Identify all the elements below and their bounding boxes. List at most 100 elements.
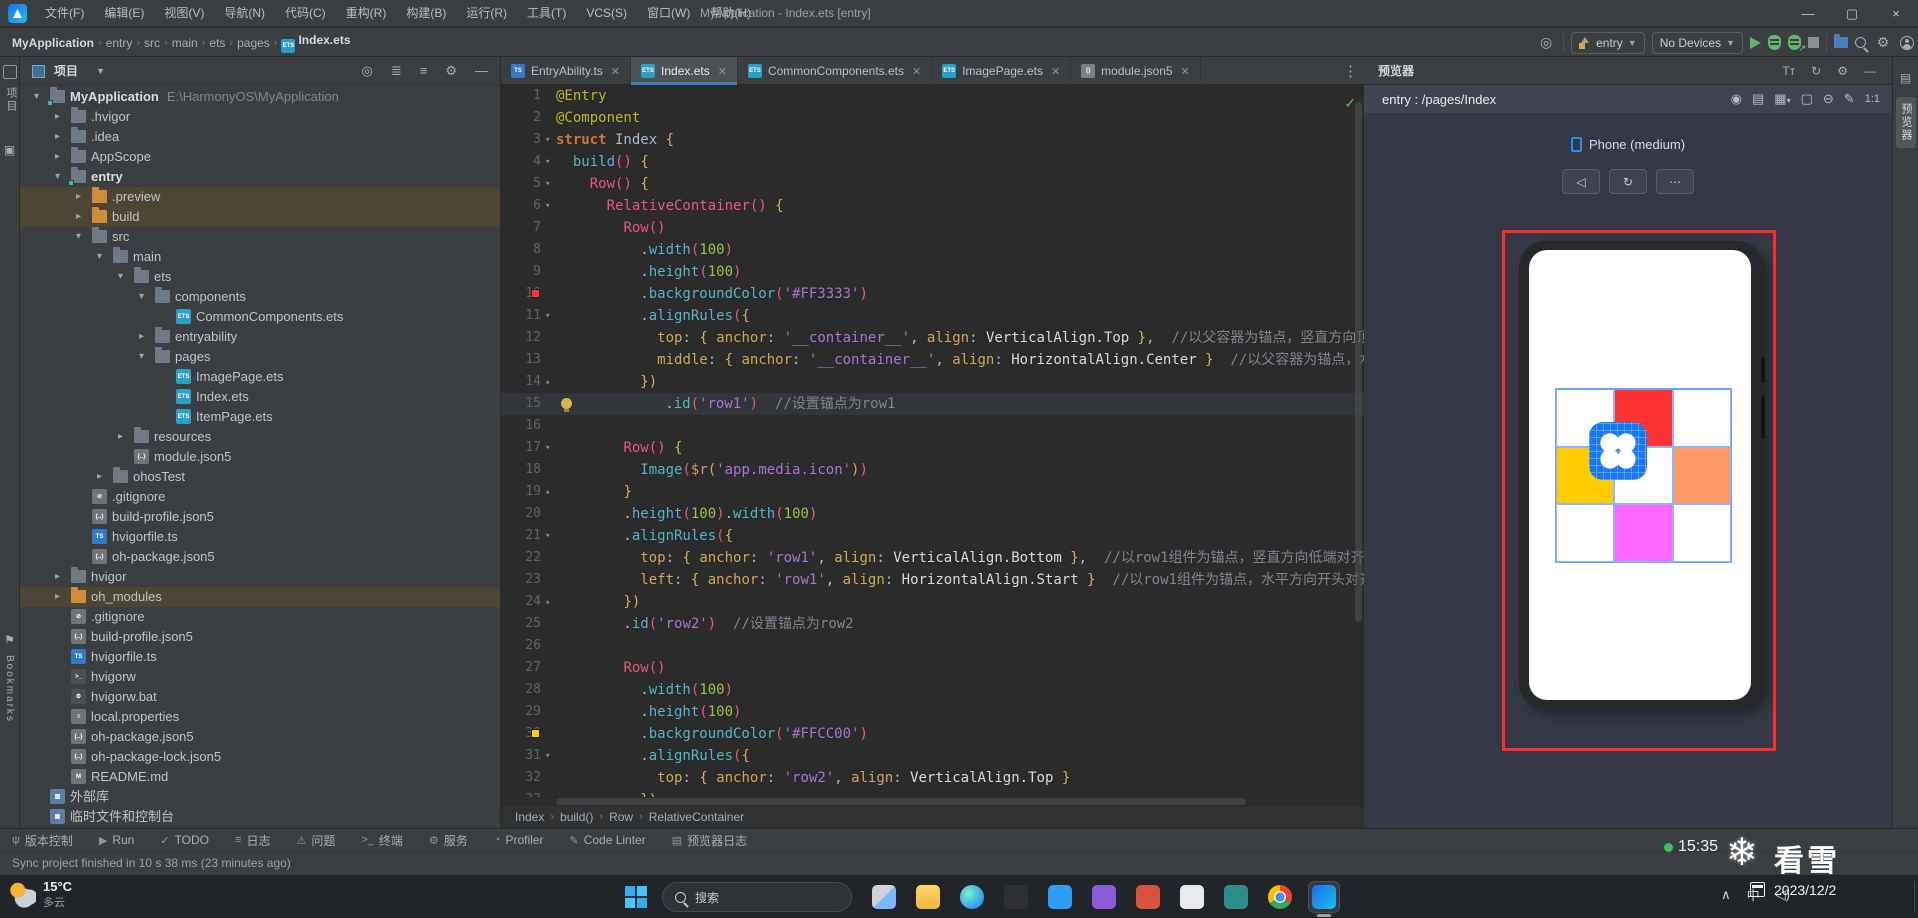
- expand-all-icon[interactable]: ≣: [391, 63, 402, 79]
- hide-panel-icon[interactable]: —: [475, 63, 488, 78]
- refresh-icon[interactable]: ↻: [1811, 64, 1821, 78]
- tree-item-临时文件和控制台[interactable]: ▣ 临时文件和控制台: [20, 807, 500, 827]
- menu-item[interactable]: 窗口(W): [638, 0, 699, 27]
- editor-tab[interactable]: TS EntryAbility.ts ✕: [501, 57, 632, 85]
- attach-debugger-button[interactable]: ↗: [1788, 35, 1806, 53]
- tree-chevron-icon[interactable]: ▸: [76, 207, 81, 227]
- menu-item[interactable]: 重构(R): [337, 0, 396, 27]
- hide-previewer-icon[interactable]: —: [1864, 64, 1876, 78]
- inspect-eye-icon[interactable]: ◉: [1731, 91, 1742, 107]
- grid-view-icon[interactable]: ▦▾: [1774, 91, 1790, 107]
- tree-item-module.json5[interactable]: {..} module.json5: [20, 447, 500, 467]
- tree-chevron-icon[interactable]: ▸: [55, 107, 60, 127]
- tree-item-CommonComponents.ets[interactable]: ETS CommonComponents.ets: [20, 307, 500, 327]
- taskbar-app-light-app[interactable]: [1176, 881, 1208, 913]
- tree-item-build-profile.json5[interactable]: {..} build-profile.json5: [20, 627, 500, 647]
- editor-vertical-scrollbar[interactable]: [1355, 102, 1362, 622]
- sidebar-tab-bookmarks[interactable]: Bookmarks: [4, 655, 15, 723]
- tool-window-button-日志[interactable]: ≡ 日志: [235, 832, 270, 849]
- close-tab-icon[interactable]: ✕: [1051, 65, 1060, 78]
- phone-screen[interactable]: [1529, 250, 1751, 700]
- fold-icon[interactable]: ▾: [545, 195, 550, 217]
- tree-chevron-icon[interactable]: ▾: [139, 287, 144, 307]
- close-tab-icon[interactable]: ✕: [611, 65, 620, 78]
- tree-chevron-icon[interactable]: ▾: [118, 267, 123, 287]
- taskbar-search-input[interactable]: 搜索: [662, 882, 852, 912]
- locate-file-icon[interactable]: ◎: [362, 63, 373, 79]
- tree-item-oh-package.json5[interactable]: {..} oh-package.json5: [20, 547, 500, 567]
- tree-chevron-icon[interactable]: ▾: [76, 227, 81, 247]
- taskbar-app-deveco-studio[interactable]: [1308, 881, 1340, 917]
- close-tab-icon[interactable]: ✕: [912, 65, 921, 78]
- menu-item[interactable]: 文件(F): [36, 0, 93, 27]
- tree-chevron-icon[interactable]: ▸: [55, 587, 60, 607]
- weather-widget[interactable]: 15°C 多云: [8, 879, 72, 910]
- menu-item[interactable]: 导航(N): [215, 0, 274, 27]
- tool-window-button-Profiler[interactable]: ◔ Profiler: [494, 833, 544, 847]
- taskbar-app-chrome[interactable]: [1264, 881, 1296, 913]
- device-label[interactable]: Phone (medium): [1589, 137, 1685, 152]
- menu-item[interactable]: 构建(B): [397, 0, 455, 27]
- close-button[interactable]: ×: [1874, 0, 1918, 27]
- tree-item-外部库[interactable]: ▥ 外部库: [20, 787, 500, 807]
- fold-icon[interactable]: ▾: [545, 305, 550, 327]
- tool-window-button-Run[interactable]: ▶ Run: [99, 833, 134, 847]
- intention-bulb-icon[interactable]: [561, 398, 572, 412]
- tree-item-.hvigor[interactable]: ▸ .hvigor: [20, 107, 500, 127]
- color-swatch[interactable]: [531, 729, 540, 738]
- previewer-settings-icon[interactable]: ⚙: [1837, 64, 1848, 78]
- taskbar-app-red-app[interactable]: [1132, 881, 1164, 913]
- tree-item-ets[interactable]: ▾ ets: [20, 267, 500, 287]
- folder-stripe-icon[interactable]: ▣: [0, 143, 19, 157]
- tree-item-pages[interactable]: ▾ pages: [20, 347, 500, 367]
- tool-window-button-终端[interactable]: >_ 终端: [361, 832, 403, 849]
- frame-icon[interactable]: ▢: [1801, 91, 1813, 107]
- tree-item-build-profile.json5[interactable]: {..} build-profile.json5: [20, 507, 500, 527]
- menu-item[interactable]: 代码(C): [276, 0, 335, 27]
- run-button[interactable]: [1750, 36, 1761, 49]
- tree-item-.gitignore[interactable]: ⊘ .gitignore: [20, 487, 500, 507]
- layers-stripe-icon[interactable]: ▤: [1893, 71, 1918, 85]
- zoom-ratio-label[interactable]: 1:1: [1865, 93, 1880, 105]
- editor-tab[interactable]: ETS ImagePage.ets ✕: [932, 57, 1072, 85]
- tool-window-button-版本控制[interactable]: ψ 版本控制: [12, 832, 73, 849]
- taskbar-app-teal-app[interactable]: [1220, 881, 1252, 913]
- taskbar-app-dark-app[interactable]: [1000, 881, 1032, 913]
- breadcrumb-item[interactable]: ets: [209, 36, 225, 50]
- color-swatch[interactable]: [531, 289, 540, 298]
- taskbar-app-edge-browser[interactable]: [956, 881, 988, 913]
- tool-window-button-服务[interactable]: ⚙ 服务: [429, 832, 468, 849]
- editor-horizontal-scrollbar[interactable]: [556, 798, 1246, 805]
- tree-item-oh-package.json5[interactable]: {..} oh-package.json5: [20, 727, 500, 747]
- minimize-button[interactable]: —: [1786, 0, 1830, 27]
- panel-settings-icon[interactable]: ⚙: [445, 63, 457, 79]
- menu-item[interactable]: VCS(S): [577, 0, 636, 27]
- tree-chevron-icon[interactable]: ▸: [76, 187, 81, 207]
- editor-breadcrumb-item[interactable]: Row: [609, 810, 633, 824]
- locate-icon[interactable]: ◎: [1536, 34, 1556, 51]
- tree-item-MyApplication[interactable]: ▾ MyApplication E:\HarmonyOS\MyApplication: [20, 87, 500, 107]
- fold-icon[interactable]: ▴: [545, 591, 550, 613]
- breadcrumb-item[interactable]: main: [172, 36, 198, 50]
- code-editor[interactable]: 1 @Entry 2 @Component 3 ▾ struct Index { …: [501, 85, 1364, 797]
- more-button[interactable]: ⋯: [1656, 169, 1694, 194]
- fold-icon[interactable]: ▾: [545, 745, 550, 767]
- project-stripe-icon[interactable]: [3, 65, 17, 79]
- tree-chevron-icon[interactable]: ▸: [55, 127, 60, 147]
- stop-button[interactable]: [1808, 37, 1819, 48]
- tree-item-oh-package-lock.json5[interactable]: {..} oh-package-lock.json5: [20, 747, 500, 767]
- edit-icon[interactable]: ✎: [1844, 91, 1855, 107]
- tree-item-entryability[interactable]: ▸ entryability: [20, 327, 500, 347]
- tree-item-.idea[interactable]: ▸ .idea: [20, 127, 500, 147]
- tree-item-main[interactable]: ▾ main: [20, 247, 500, 267]
- tree-chevron-icon[interactable]: ▸: [55, 147, 60, 167]
- breadcrumb-item[interactable]: ETS Index.ets: [281, 33, 351, 53]
- tree-item-oh_modules[interactable]: ▸ oh_modules: [20, 587, 500, 607]
- rotate-device-button[interactable]: ↻: [1609, 169, 1647, 194]
- bookmark-icon[interactable]: ⚑: [0, 633, 19, 647]
- tree-item-.gitignore[interactable]: ⊘ .gitignore: [20, 607, 500, 627]
- menu-item[interactable]: 视图(V): [155, 0, 213, 27]
- taskbar-app-purple-app[interactable]: [1088, 881, 1120, 913]
- project-dropdown-arrow[interactable]: ▼: [96, 66, 105, 76]
- debug-button[interactable]: [1768, 35, 1781, 50]
